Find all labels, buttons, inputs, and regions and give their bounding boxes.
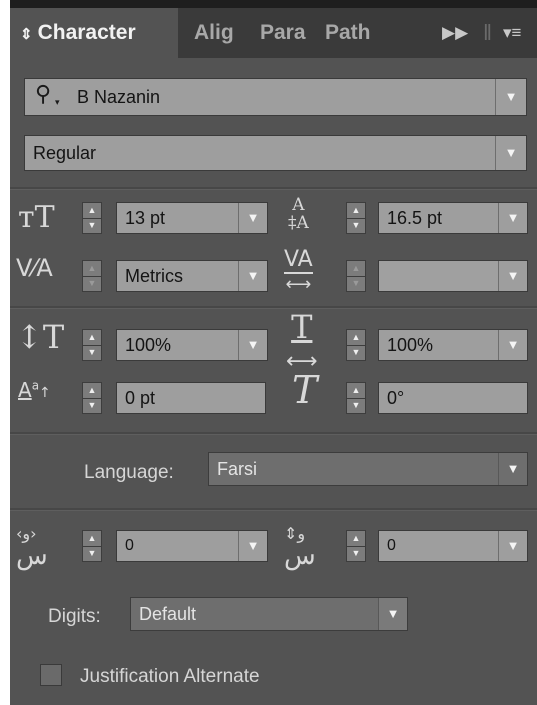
decrement-arrow-icon[interactable]: ▼ [347, 546, 365, 561]
tracking-field[interactable]: ▼ [378, 260, 528, 292]
increment-arrow-icon[interactable]: ▲ [347, 383, 365, 399]
kashida-stepper[interactable]: ▲ ▼ [82, 530, 102, 562]
character-panel: ⇕ Character Alig Para Path ▶▶ ‖ ▾≡ ⚲ ▾ B … [10, 0, 537, 705]
expand-arrows-icon: ⇕ [20, 26, 33, 43]
vertical-scale-value: 100% [125, 335, 172, 355]
font-size-value: 13 pt [125, 208, 166, 228]
increment-arrow-icon[interactable]: ▲ [83, 383, 101, 399]
leading-icon: A ‡A [288, 195, 309, 233]
tab-character[interactable]: ⇕ Character [10, 8, 178, 58]
rotation-value: 0° [387, 388, 405, 408]
font-family-field[interactable]: ⚲ ▾ B Nazanin ▼ [24, 78, 527, 116]
diacritic-position-dropdown-button[interactable]: ▼ [498, 531, 527, 561]
tracking-stepper: ▲ ▼ [346, 260, 366, 292]
diacritic-position-value: 0 [387, 537, 396, 554]
vertical-scale-dropdown-button[interactable]: ▼ [238, 330, 267, 360]
tracking-icon: VA ⟷ [284, 247, 313, 295]
language-value: Farsi [217, 459, 257, 479]
digits-label: Digits: [48, 606, 101, 627]
rotation-field[interactable]: 0° [378, 382, 528, 414]
kashida-icon: ‹ﻭ› س [16, 524, 48, 571]
horizontal-scale-field[interactable]: 100% ▼ [378, 329, 528, 361]
divider [10, 432, 537, 435]
decrement-arrow-icon[interactable]: ▼ [83, 345, 101, 360]
font-size-dropdown-button[interactable]: ▼ [238, 203, 267, 233]
font-style-value: Regular [33, 143, 97, 163]
vertical-scale-icon: ↕T [16, 318, 65, 356]
increment-arrow-icon: ▲ [347, 261, 365, 277]
panel-top-edge [10, 0, 537, 8]
decrement-arrow-icon[interactable]: ▼ [83, 546, 101, 561]
font-style-dropdown-button[interactable]: ▼ [495, 136, 526, 170]
decrement-arrow-icon[interactable]: ▼ [347, 398, 365, 413]
diacritic-position-icon: ⇕ﻭ س [284, 524, 316, 571]
font-family-value: B Nazanin [77, 87, 161, 107]
digits-dropdown-button[interactable]: ▼ [378, 598, 407, 630]
baseline-shift-icon: Aa↑ [18, 378, 51, 402]
tab-align[interactable]: Alig [194, 8, 252, 58]
kashida-field[interactable]: 0 ▼ [116, 530, 268, 562]
kerning-icon: V⁄A [16, 254, 53, 282]
divider [10, 187, 537, 190]
baseline-shift-value: 0 pt [125, 388, 156, 408]
increment-arrow-icon[interactable]: ▲ [83, 330, 101, 346]
search-dropdown-icon: ▾ [55, 97, 60, 107]
justification-alternate-label: Justification Alternate [80, 666, 260, 687]
horizontal-scale-stepper[interactable]: ▲ ▼ [346, 329, 366, 361]
vertical-scale-field[interactable]: 100% ▼ [116, 329, 268, 361]
tab-divider: ‖ [483, 20, 493, 45]
leading-stepper[interactable]: ▲ ▼ [346, 202, 366, 234]
decrement-arrow-icon[interactable]: ▼ [347, 218, 365, 233]
font-style-field[interactable]: Regular ▼ [24, 135, 527, 171]
increment-arrow-icon[interactable]: ▲ [347, 203, 365, 219]
language-dropdown-button[interactable]: ▼ [498, 453, 527, 485]
rotation-stepper[interactable]: ▲ ▼ [346, 382, 366, 414]
justification-alternate-checkbox[interactable] [40, 664, 62, 686]
baseline-shift-field[interactable]: 0 pt [116, 382, 266, 414]
tracking-dropdown-button[interactable]: ▼ [498, 261, 527, 291]
increment-arrow-icon[interactable]: ▲ [347, 330, 365, 346]
decrement-arrow-icon[interactable]: ▼ [83, 218, 101, 233]
divider [10, 508, 537, 511]
digits-select[interactable]: Default ▼ [130, 597, 408, 631]
font-family-dropdown-button[interactable]: ▼ [495, 79, 526, 115]
language-select[interactable]: Farsi ▼ [208, 452, 528, 486]
leading-value: 16.5 pt [387, 208, 443, 228]
decrement-arrow-icon: ▼ [351, 278, 361, 288]
increment-arrow-icon[interactable]: ▲ [83, 531, 101, 547]
increment-arrow-icon[interactable]: ▲ [347, 531, 365, 547]
font-size-icon: ᴛT [18, 200, 55, 235]
font-size-stepper[interactable]: ▲ ▼ [82, 202, 102, 234]
diacritic-position-field[interactable]: 0 ▼ [378, 530, 528, 562]
kerning-field[interactable]: Metrics ▼ [116, 260, 268, 292]
divider [10, 306, 537, 309]
tab-paragraph[interactable]: Para [260, 8, 310, 58]
decrement-arrow-icon: ▼ [87, 278, 97, 288]
leading-field[interactable]: 16.5 pt ▼ [378, 202, 528, 234]
panel-tab-bar: ⇕ Character Alig Para Path ▶▶ ‖ ▾≡ [10, 8, 537, 58]
digits-value: Default [139, 604, 197, 624]
character-rotation-icon: T [292, 368, 318, 412]
tab-path[interactable]: Path [325, 8, 387, 58]
kashida-value: 0 [125, 537, 134, 554]
leading-dropdown-button[interactable]: ▼ [498, 203, 527, 233]
decrement-arrow-icon[interactable]: ▼ [83, 398, 101, 413]
baseline-shift-stepper[interactable]: ▲ ▼ [82, 382, 102, 414]
font-size-field[interactable]: 13 pt ▼ [116, 202, 268, 234]
increment-arrow-icon: ▲ [83, 261, 101, 277]
panel-expand-icon[interactable]: ▶▶ [442, 8, 468, 58]
diacritic-position-stepper[interactable]: ▲ ▼ [346, 530, 366, 562]
decrement-arrow-icon[interactable]: ▼ [347, 345, 365, 360]
vertical-scale-stepper[interactable]: ▲ ▼ [82, 329, 102, 361]
kashida-dropdown-button[interactable]: ▼ [238, 531, 267, 561]
language-label: Language: [84, 462, 174, 483]
horizontal-scale-dropdown-button[interactable]: ▼ [498, 330, 527, 360]
font-search-icon[interactable]: ⚲ [35, 81, 51, 107]
increment-arrow-icon[interactable]: ▲ [83, 203, 101, 219]
horizontal-scale-value: 100% [387, 335, 434, 355]
kerning-dropdown-button[interactable]: ▼ [238, 261, 267, 291]
panel-menu-icon[interactable]: ▾≡ [503, 8, 521, 58]
kerning-value: Metrics [125, 266, 183, 286]
kerning-stepper: ▲ ▼ [82, 260, 102, 292]
